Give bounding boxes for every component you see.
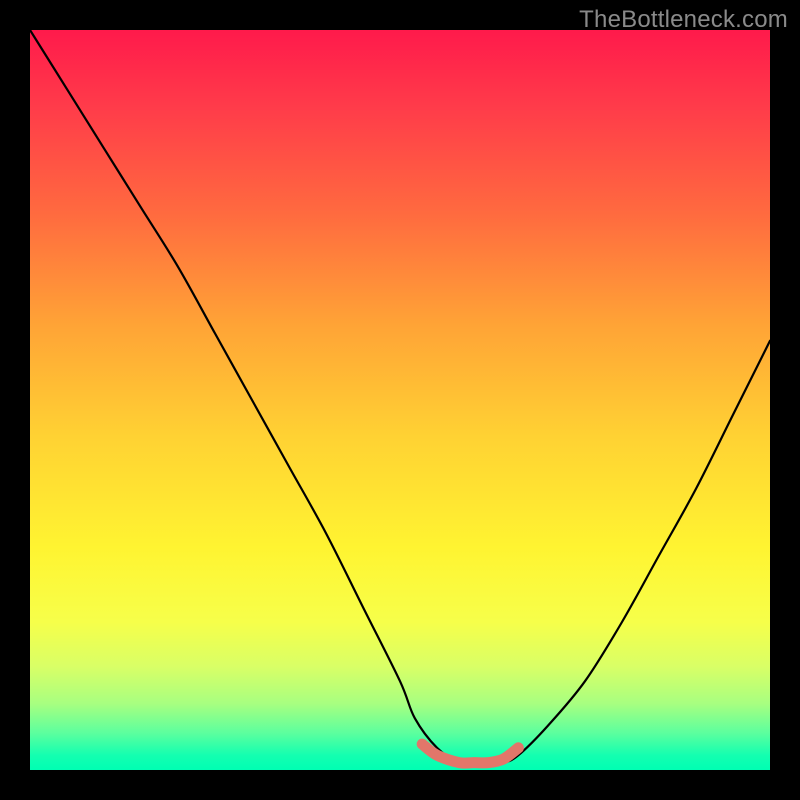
- chart-overlay: [30, 30, 770, 770]
- watermark-text: TheBottleneck.com: [579, 6, 788, 34]
- curve-line: [30, 30, 770, 764]
- plot-area: [30, 30, 770, 770]
- chart-frame: TheBottleneck.com: [0, 0, 800, 800]
